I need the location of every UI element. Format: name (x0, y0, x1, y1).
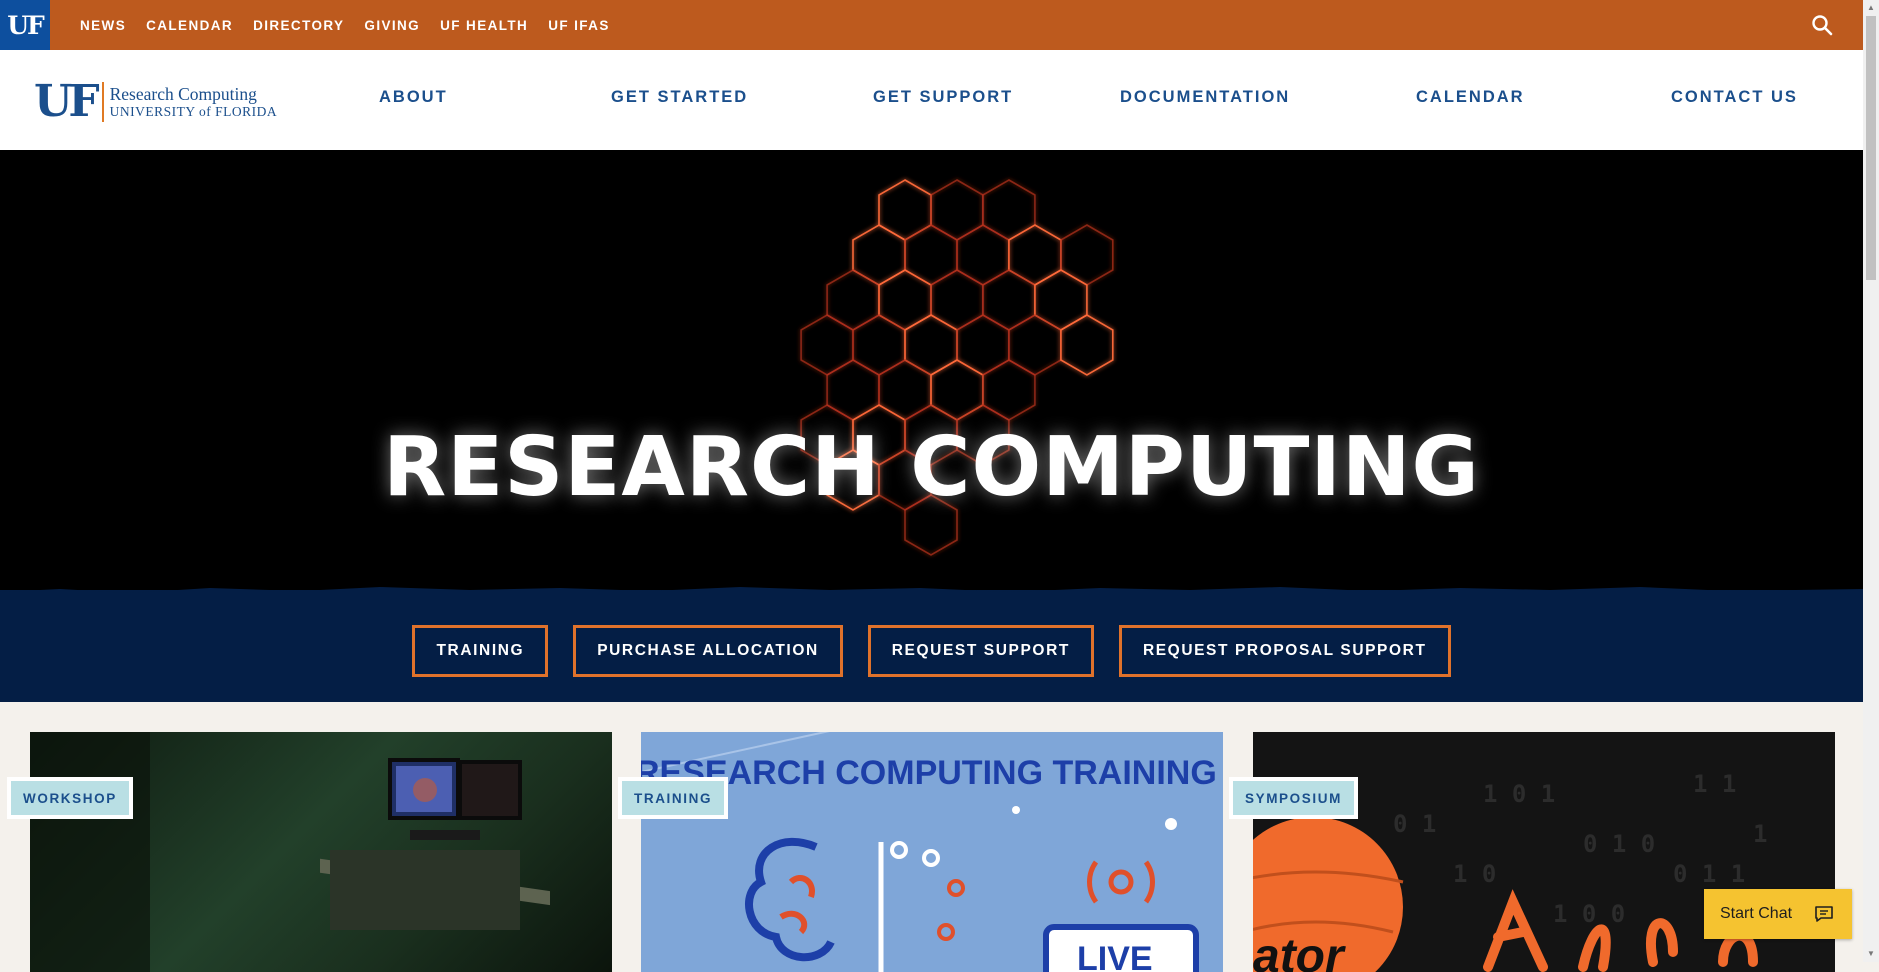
hexagon-shape (930, 359, 984, 421)
training-badge: TRAINING (618, 777, 729, 819)
hexagon-shape (1060, 224, 1114, 286)
cta-buttons: TRAINING PURCHASE ALLOCATION REQUEST SUP… (0, 625, 1863, 677)
start-chat-label: Start Chat (1720, 905, 1793, 922)
torn-edge-decoration (0, 587, 1863, 602)
uf-home-badge[interactable]: UF (0, 0, 50, 50)
nav-get-support[interactable]: GET SUPPORT (873, 88, 1013, 107)
svg-text:1: 1 (1753, 820, 1767, 848)
hexagon-shape (930, 269, 984, 331)
svg-text:0 1 1: 0 1 1 (1673, 860, 1745, 888)
scroll-up-icon[interactable]: ▲ (1866, 3, 1876, 13)
workshop-card-image[interactable] (30, 732, 612, 972)
hexagon-shape (878, 179, 932, 241)
purchase-allocation-button[interactable]: PURCHASE ALLOCATION (573, 625, 843, 677)
hexagon-shape (956, 224, 1010, 286)
cta-band: TRAINING PURCHASE ALLOCATION REQUEST SUP… (0, 587, 1863, 702)
site-header: UF Research Computing UNIVERSITY of FLOR… (0, 50, 1863, 150)
hexagon-shape (930, 179, 984, 241)
hexagon-network-graphic (800, 179, 1114, 556)
nav-contact-us[interactable]: CONTACT US (1671, 88, 1798, 107)
utility-link-uf-health[interactable]: UF HEALTH (440, 18, 528, 33)
page-scrollbar[interactable]: ▲ ▼ (1863, 0, 1879, 962)
workshop-photo (30, 732, 550, 972)
symposium-badge-label: SYMPOSIUM (1233, 781, 1354, 815)
hexagon-shape (1008, 314, 1062, 376)
request-proposal-support-button[interactable]: REQUEST PROPOSAL SUPPORT (1118, 625, 1451, 677)
training-button[interactable]: TRAINING (412, 625, 549, 677)
nav-about[interactable]: ABOUT (379, 88, 448, 107)
hexagon-shape (1034, 269, 1088, 331)
hexagon-shape (878, 359, 932, 421)
hexagon-shape (852, 314, 906, 376)
utility-bar: UF NEWS CALENDAR DIRECTORY GIVING UF HEA… (0, 0, 1863, 50)
hexagon-shape (1060, 314, 1114, 376)
hexagon-shape (826, 359, 880, 421)
svg-text:1 0 1: 1 0 1 (1483, 780, 1555, 808)
hexagon-shape (826, 269, 880, 331)
training-card-image[interactable]: RESEARCH COMPUTING TRAINING LIVE (641, 732, 1223, 972)
live-badge-text: LIVE (1077, 940, 1153, 972)
hexagon-shape (904, 224, 958, 286)
hexagon-shape (956, 314, 1010, 376)
hexagon-shape (800, 314, 854, 376)
svg-text:0 1: 0 1 (1393, 810, 1436, 838)
workshop-badge-label: WORKSHOP (11, 781, 129, 815)
hexagon-shape (904, 314, 958, 376)
nav-calendar[interactable]: CALENDAR (1416, 88, 1525, 107)
hexagon-shape (982, 179, 1036, 241)
hexagon-shape (982, 269, 1036, 331)
hero-title: RESEARCH COMPUTING (383, 420, 1480, 515)
utility-link-uf-ifas[interactable]: UF IFAS (548, 18, 610, 33)
nav-get-started[interactable]: GET STARTED (611, 88, 748, 107)
scroll-thumb[interactable] (1866, 16, 1876, 280)
hexagon-shape (982, 359, 1036, 421)
featured-cards: RESEARCH COMPUTING TRAINING LIVE 0 1 1 0 … (0, 702, 1863, 972)
svg-text:0 1 0: 0 1 0 (1583, 830, 1655, 858)
scroll-down-icon[interactable]: ▼ (1866, 949, 1876, 959)
hexagon-shape (878, 269, 932, 331)
svg-text:1 0 0: 1 0 0 (1553, 900, 1625, 928)
utility-link-news[interactable]: NEWS (80, 18, 126, 33)
svg-text:1 1: 1 1 (1693, 770, 1736, 798)
utility-nav: NEWS CALENDAR DIRECTORY GIVING UF HEALTH… (80, 0, 610, 50)
utility-link-calendar[interactable]: CALENDAR (146, 18, 233, 33)
utility-link-directory[interactable]: DIRECTORY (253, 18, 344, 33)
workshop-badge: WORKSHOP (7, 777, 133, 819)
svg-text:1 0: 1 0 (1453, 860, 1496, 888)
training-badge-label: TRAINING (622, 781, 725, 815)
chat-bubble-icon (1815, 906, 1833, 922)
start-chat-button[interactable]: Start Chat (1704, 889, 1852, 939)
symposium-graphic-text: ator (1253, 930, 1346, 972)
training-graphic: RESEARCH COMPUTING TRAINING LIVE (641, 732, 1223, 972)
utility-link-giving[interactable]: GIVING (364, 18, 420, 33)
hero-banner: RESEARCH COMPUTING (0, 150, 1863, 600)
search-icon[interactable] (1811, 14, 1833, 36)
hexagon-shape (852, 224, 906, 286)
hexagon-shape (1008, 224, 1062, 286)
symposium-badge: SYMPOSIUM (1229, 777, 1358, 819)
nav-documentation[interactable]: DOCUMENTATION (1120, 88, 1290, 107)
main-nav: ABOUT GET STARTED GET SUPPORT DOCUMENTAT… (0, 50, 1863, 150)
request-support-button[interactable]: REQUEST SUPPORT (867, 625, 1094, 677)
